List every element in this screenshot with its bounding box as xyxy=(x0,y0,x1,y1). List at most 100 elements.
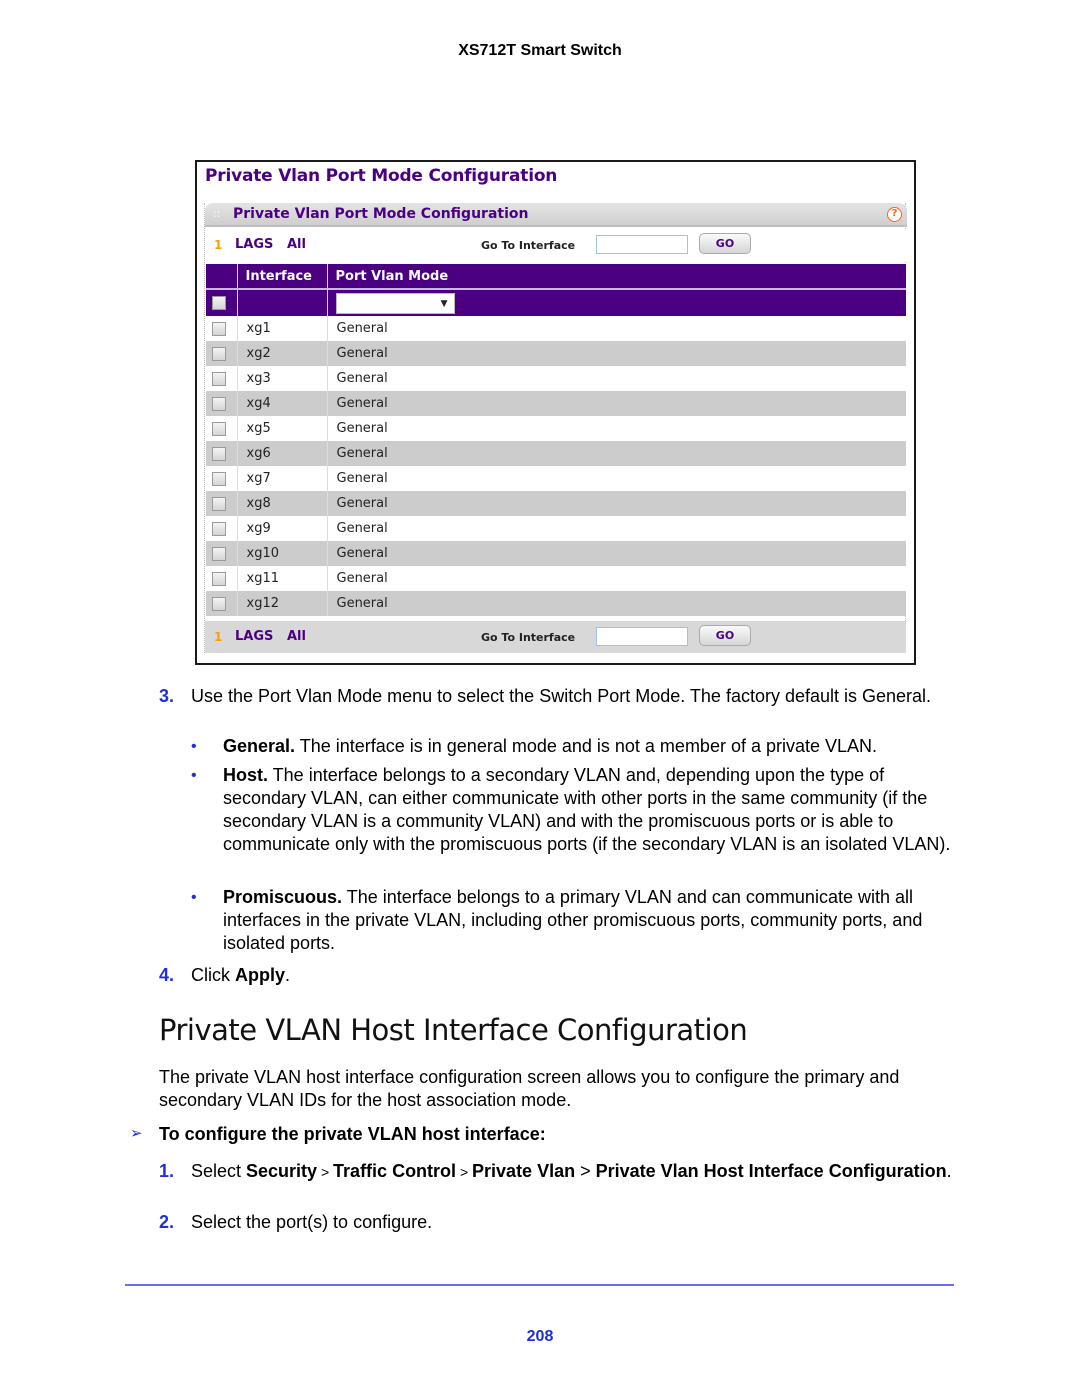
port-vlan-mode-cell: General xyxy=(327,541,906,566)
help-icon[interactable]: ? xyxy=(887,207,902,222)
row-checkbox[interactable] xyxy=(212,421,226,436)
select-column-header xyxy=(206,264,238,290)
lags-link[interactable]: LAGS xyxy=(235,629,273,644)
port-vlan-mode-cell: General xyxy=(327,441,906,466)
row-checkbox[interactable] xyxy=(212,596,226,611)
interface-cell: xg7 xyxy=(237,466,328,491)
table-row[interactable]: xg8 General xyxy=(206,491,906,516)
config-panel: :: Private Vlan Port Mode Configuration … xyxy=(204,203,907,653)
interface-cell: xg6 xyxy=(237,441,328,466)
interface-cell: xg4 xyxy=(237,391,328,416)
panel-title: Private Vlan Port Mode Configuration xyxy=(233,206,529,222)
interface-cell: xg10 xyxy=(237,541,328,566)
row-checkbox[interactable] xyxy=(212,571,226,586)
select-all-checkbox[interactable] xyxy=(212,296,226,310)
running-header: XS712T Smart Switch xyxy=(458,42,622,59)
bullet-term: Promiscuous. xyxy=(223,887,343,907)
step-number: 1. xyxy=(159,1161,175,1181)
bullet-term: General. xyxy=(223,736,296,756)
nav-row-top: 1 LAGS All Go To Interface GO xyxy=(205,229,906,261)
interface-cell: xg3 xyxy=(237,366,328,391)
table-row[interactable]: xg9 General xyxy=(206,516,906,541)
row-checkbox[interactable] xyxy=(212,321,226,336)
table-row[interactable]: xg7 General xyxy=(206,466,906,491)
all-link[interactable]: All xyxy=(287,237,306,252)
table-row[interactable]: xg12 General xyxy=(206,591,906,616)
port-vlan-mode-select[interactable]: ▼ xyxy=(335,292,455,314)
panel-header: :: Private Vlan Port Mode Configuration … xyxy=(205,203,907,227)
table-row[interactable]: xg2 General xyxy=(206,341,906,366)
bulk-edit-row: ▼ xyxy=(206,289,906,316)
all-link[interactable]: All xyxy=(287,629,306,644)
page-number: 208 xyxy=(526,1328,554,1345)
port-vlan-mode-cell: General xyxy=(327,491,906,516)
port-vlan-mode-cell: General xyxy=(327,391,906,416)
port-vlan-mode-cell: General xyxy=(327,366,906,391)
port-vlan-mode-cell: General xyxy=(327,316,906,341)
table-row[interactable]: xg10 General xyxy=(206,541,906,566)
step-number: 2. xyxy=(159,1212,175,1232)
port-vlan-mode-cell: General xyxy=(327,591,906,616)
step-text: Select the port(s) to configure. xyxy=(191,1212,433,1232)
port-vlan-mode-cell: General xyxy=(327,516,906,541)
row-checkbox[interactable] xyxy=(212,446,226,461)
table-row[interactable]: xg6 General xyxy=(206,441,906,466)
table-row[interactable]: xg3 General xyxy=(206,366,906,391)
row-checkbox[interactable] xyxy=(212,346,226,361)
goto-interface-input[interactable] xyxy=(596,235,688,254)
step-number: 4. xyxy=(159,965,175,985)
interface-cell: xg8 xyxy=(237,491,328,516)
table-row[interactable]: xg5 General xyxy=(206,416,906,441)
interface-cell: xg5 xyxy=(237,416,328,441)
nav-row-bottom: 1 LAGS All Go To Interface GO xyxy=(205,621,906,653)
goto-interface-input[interactable] xyxy=(596,627,688,646)
interface-cell: xg2 xyxy=(237,341,328,366)
row-checkbox[interactable] xyxy=(212,496,226,511)
row-checkbox[interactable] xyxy=(212,521,226,536)
table-row[interactable]: xg1 General xyxy=(206,316,906,341)
apply-reference: Apply xyxy=(235,965,286,985)
port-vlan-mode-cell: General xyxy=(327,566,906,591)
row-checkbox[interactable] xyxy=(212,546,226,561)
footer-divider xyxy=(125,1284,954,1286)
row-checkbox[interactable] xyxy=(212,371,226,386)
bullet-term: Host. xyxy=(223,765,268,785)
lags-link[interactable]: LAGS xyxy=(235,237,273,252)
procedure-title: To configure the private VLAN host inter… xyxy=(159,1124,546,1144)
step-number: 3. xyxy=(159,686,175,706)
go-button[interactable]: GO xyxy=(699,233,751,254)
go-button[interactable]: GO xyxy=(699,625,751,646)
bullet-icon: • xyxy=(191,738,197,755)
section-heading: Private VLAN Host Interface Configuratio… xyxy=(159,1013,748,1047)
bullet-text: The interface belongs to a secondary VLA… xyxy=(223,765,951,854)
bullet-icon: • xyxy=(191,767,197,784)
row-checkbox[interactable] xyxy=(212,396,226,411)
column-header-port-vlan-mode[interactable]: Port Vlan Mode xyxy=(327,264,906,290)
ui-screenshot: Private Vlan Port Mode Configuration :: … xyxy=(195,160,916,665)
port-vlan-mode-cell: General xyxy=(327,416,906,441)
row-checkbox[interactable] xyxy=(212,471,226,486)
interface-cell: xg1 xyxy=(237,316,328,341)
bullet-text: The interface is in general mode and is … xyxy=(295,736,878,756)
interface-cell: xg12 xyxy=(237,591,328,616)
chevron-down-icon: ▼ xyxy=(440,298,448,309)
table-row[interactable]: xg11 General xyxy=(206,566,906,591)
grip-icon: :: xyxy=(213,207,221,220)
port-vlan-mode-cell: General xyxy=(327,341,906,366)
column-header-interface[interactable]: Interface xyxy=(237,264,328,290)
menu-path-host-interface-config: Private Vlan Host Interface Configuratio… xyxy=(595,1161,947,1181)
port-vlan-mode-cell: General xyxy=(327,466,906,491)
goto-interface-label: Go To Interface xyxy=(481,239,576,252)
unit-link[interactable]: 1 xyxy=(214,630,222,644)
goto-interface-label: Go To Interface xyxy=(481,631,576,644)
menu-path-security: Security xyxy=(246,1161,318,1181)
table-header-row: Interface Port Vlan Mode xyxy=(206,264,906,290)
table-row[interactable]: xg4 General xyxy=(206,391,906,416)
page-title: Private Vlan Port Mode Configuration xyxy=(205,166,558,186)
menu-path-traffic-control: Traffic Control xyxy=(333,1161,457,1181)
bullet-icon: • xyxy=(191,889,197,906)
step-text: Use the Port Vlan Mode menu to select th… xyxy=(191,686,932,706)
unit-link[interactable]: 1 xyxy=(214,238,222,252)
menu-path-private-vlan: Private Vlan xyxy=(472,1161,576,1181)
port-mode-table: Interface Port Vlan Mode ▼ xg1 General xg2… xyxy=(206,264,906,616)
